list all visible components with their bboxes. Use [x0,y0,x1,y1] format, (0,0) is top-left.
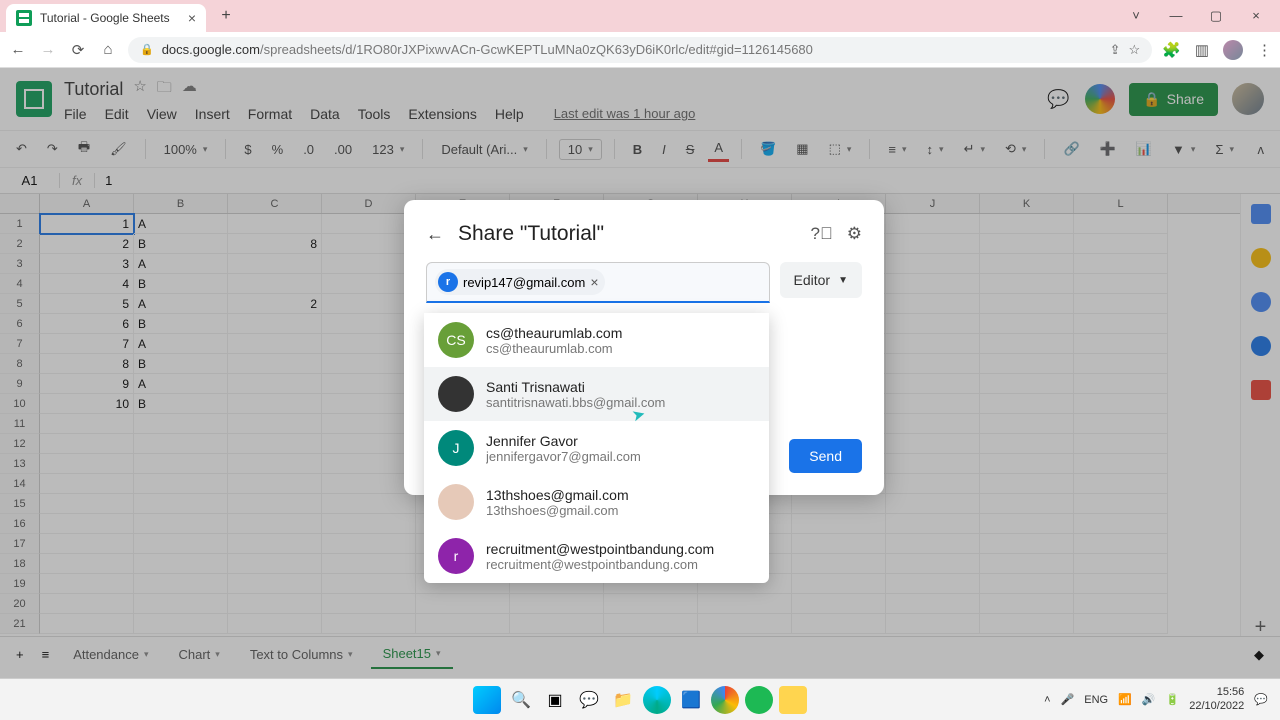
contact-name: Jennifer Gavor [486,433,641,449]
contact-email: 13thshoes@gmail.com [486,503,629,518]
search-icon[interactable]: 🔍 [507,686,535,714]
contact-avatar [438,376,474,412]
contact-suggestion[interactable]: 13thshoes@gmail.com13thshoes@gmail.com [424,475,769,529]
contact-suggestion[interactable]: J Jennifer Gavorjennifergavor7@gmail.com [424,421,769,475]
contact-suggestion[interactable]: Santi Trisnawatisantitrisnawati.bbs@gmai… [424,367,769,421]
contact-email: recruitment@westpointbandung.com [486,557,714,572]
close-tab-icon[interactable]: × [188,10,196,26]
sheets-favicon [16,10,32,26]
contact-avatar [438,484,474,520]
forward-button[interactable]: → [38,41,58,58]
language-indicator[interactable]: ENG [1084,694,1108,706]
profile-avatar[interactable] [1223,40,1243,60]
window-controls: ˅ — ▢ × [1126,8,1274,24]
app-icon-2[interactable] [779,686,807,714]
contact-avatar: J [438,430,474,466]
share-url-icon[interactable]: ⇪ [1110,42,1121,58]
url-text: docs.google.com/spreadsheets/d/1RO80rJXP… [162,42,1102,57]
battery-icon[interactable]: 🔋 [1166,693,1180,706]
contact-suggestion[interactable]: CS cs@theaurumlab.comcs@theaurumlab.com [424,313,769,367]
chevron-down-icon[interactable]: ˅ [1126,8,1146,24]
email-chip[interactable]: r revip147@gmail.com × [435,269,605,295]
contact-email: santitrisnawati.bbs@gmail.com [486,395,665,410]
contact-suggestions: CS cs@theaurumlab.comcs@theaurumlab.com Sa… [424,313,769,583]
browser-tab-strip: Tutorial - Google Sheets × + ˅ — ▢ × [0,0,1280,32]
browser-tab[interactable]: Tutorial - Google Sheets × [6,4,206,32]
volume-icon[interactable]: 🔊 [1142,693,1156,706]
contact-email: cs@theaurumlab.com [486,341,622,356]
contact-name: cs@theaurumlab.com [486,325,622,341]
chip-email: revip147@gmail.com [463,275,585,290]
minimize-icon[interactable]: — [1166,8,1186,24]
extensions-icon[interactable]: 🧩 [1162,41,1181,59]
contact-avatar: CS [438,322,474,358]
wifi-icon[interactable]: 📶 [1118,693,1132,706]
send-button[interactable]: Send [789,439,862,473]
contact-name: 13thshoes@gmail.com [486,487,629,503]
chip-remove-icon[interactable]: × [590,274,598,290]
contact-email: jennifergavor7@gmail.com [486,449,641,464]
windows-taskbar: 🔍 ▣ 💬 📁 🟦 ˄ 🎤 ENG 📶 🔊 🔋 15:56 22/10/2022… [0,678,1280,720]
app-icon[interactable]: 🟦 [677,686,705,714]
gear-icon[interactable]: ⚙ [847,224,862,244]
chat-icon[interactable]: 💬 [575,686,603,714]
task-view-icon[interactable]: ▣ [541,686,569,714]
tab-title: Tutorial - Google Sheets [40,11,180,25]
new-tab-button[interactable]: + [214,7,238,25]
contact-suggestion[interactable]: r recruitment@westpointbandung.comrecruit… [424,529,769,583]
reload-button[interactable]: ⟳ [68,41,88,59]
back-button[interactable]: ← [8,41,28,58]
chevron-down-icon: ▼ [838,275,848,286]
dialog-back-button[interactable]: ← [426,224,444,245]
contact-avatar: r [438,538,474,574]
tray-chevron-icon[interactable]: ˄ [1044,694,1050,706]
role-dropdown[interactable]: Editor ▼ [780,262,862,298]
sidepanel-icon[interactable]: ▥ [1195,41,1209,59]
address-bar: ← → ⟳ ⌂ 🔒 docs.google.com/spreadsheets/d… [0,32,1280,68]
maximize-icon[interactable]: ▢ [1206,8,1226,24]
edge-icon[interactable] [643,686,671,714]
spotify-icon[interactable] [745,686,773,714]
contact-name: recruitment@westpointbandung.com [486,541,714,557]
clock[interactable]: 15:56 22/10/2022 [1189,686,1244,712]
mic-icon[interactable]: 🎤 [1061,693,1075,706]
start-icon[interactable] [473,686,501,714]
bookmark-icon[interactable]: ☆ [1128,42,1140,58]
chrome-icon[interactable] [711,686,739,714]
home-button[interactable]: ⌂ [98,41,118,58]
url-input[interactable]: 🔒 docs.google.com/spreadsheets/d/1RO80rJ… [128,37,1152,63]
contact-name: Santi Trisnawati [486,379,665,395]
close-window-icon[interactable]: × [1246,8,1266,24]
explorer-icon[interactable]: 📁 [609,686,637,714]
dialog-title: Share "Tutorial" [458,222,797,246]
help-icon[interactable]: ?⃝ [811,224,833,244]
kebab-menu-icon[interactable]: ⋮ [1257,41,1272,59]
share-people-input[interactable]: r revip147@gmail.com × [426,262,770,303]
notifications-icon[interactable]: 💬 [1254,693,1268,706]
chip-avatar: r [438,272,458,292]
lock-icon: 🔒 [140,43,154,56]
